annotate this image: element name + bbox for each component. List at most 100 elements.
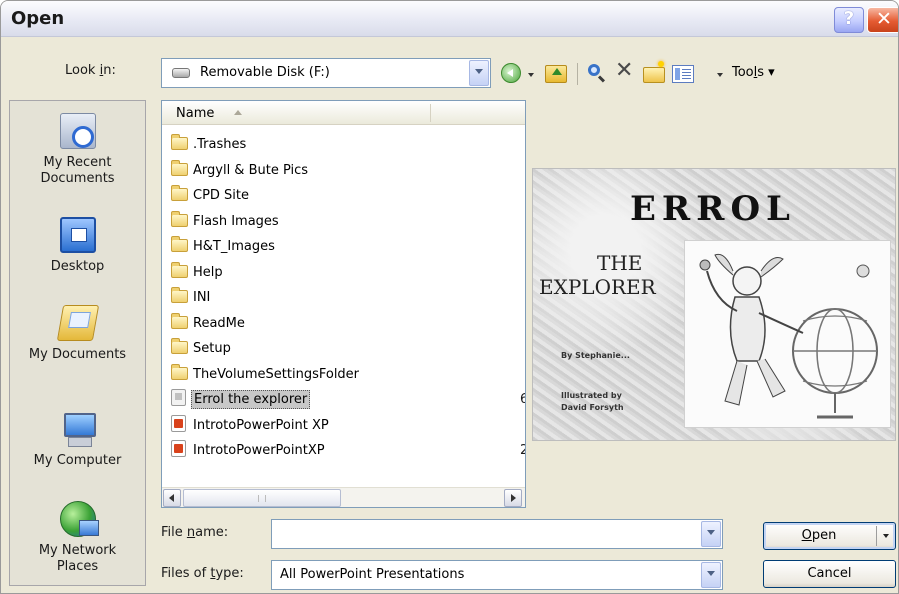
- help-icon: ?: [843, 8, 855, 29]
- column-divider[interactable]: [430, 104, 431, 122]
- preview-title: ERROL: [630, 189, 796, 229]
- folder-icon: [171, 312, 188, 329]
- file-name: Setup: [193, 341, 231, 356]
- scroll-right-icon[interactable]: [504, 489, 522, 507]
- folder-icon: [171, 261, 188, 278]
- column-name-label: Name: [176, 106, 215, 121]
- file-list-item[interactable]: CPD Site: [162, 184, 525, 210]
- sort-ascending-icon: [234, 110, 242, 115]
- place-label: My Computer: [33, 453, 122, 468]
- file-name: INI: [193, 290, 211, 305]
- place-label: My Network Places: [38, 543, 117, 574]
- file-name-label: File name:: [161, 525, 229, 540]
- file-name: Errol the explorer: [191, 390, 311, 409]
- file-size: 2: [520, 443, 525, 458]
- preview-line-2: EXPLORER: [539, 275, 656, 299]
- open-options-arrow-icon[interactable]: [883, 534, 889, 538]
- preview-illustrator-line-2: David Forsyth: [561, 403, 624, 412]
- place-my-recent-documents[interactable]: My Recent Documents: [10, 113, 145, 187]
- network-places-icon: [59, 501, 99, 537]
- folder-icon: [171, 134, 188, 150]
- cancel-button[interactable]: Cancel: [763, 560, 896, 588]
- folder-icon: [171, 185, 188, 201]
- tools-menu-button[interactable]: Tools ▾: [732, 65, 775, 80]
- file-list-item[interactable]: H&T_Images: [162, 235, 525, 261]
- place-my-network-places[interactable]: My Network Places: [10, 501, 145, 575]
- delete-icon[interactable]: ✕: [615, 59, 633, 83]
- column-header-name[interactable]: Name: [162, 101, 525, 125]
- files-of-type-dropdown[interactable]: All PowerPoint Presentations: [271, 560, 723, 590]
- open-button-divider: [876, 526, 877, 546]
- file-name: IntrotoPowerPointXP: [193, 443, 325, 458]
- file-list-item[interactable]: Help: [162, 261, 525, 287]
- my-documents-icon: [56, 305, 99, 341]
- folder-icon: [171, 287, 188, 303]
- chevron-down-icon[interactable]: [701, 521, 721, 547]
- file-name: Argyll & Bute Pics: [193, 162, 309, 178]
- close-button[interactable]: ✕: [867, 7, 898, 33]
- file-name: ReadMe: [193, 315, 245, 331]
- look-in-label: Look in:: [65, 63, 116, 78]
- file-list-item[interactable]: TheVolumeSettingsFolder: [162, 363, 525, 389]
- up-one-level-icon[interactable]: [545, 65, 567, 83]
- file-list-item[interactable]: Flash Images: [162, 210, 525, 236]
- file-list-item[interactable]: Errol the explorer 6: [162, 388, 525, 414]
- removable-disk-icon: [172, 68, 190, 78]
- title-bar[interactable]: Open ? ✕: [1, 1, 898, 37]
- folder-icon: [171, 338, 188, 354]
- horizontal-scrollbar[interactable]: [162, 487, 525, 507]
- folder-icon: [171, 236, 188, 252]
- folder-icon: [171, 363, 188, 380]
- file-name: Flash Images: [193, 213, 279, 229]
- file-list-item[interactable]: IntrotoPowerPointXP 2: [162, 439, 525, 465]
- new-folder-icon[interactable]: [643, 61, 665, 83]
- back-icon[interactable]: [501, 63, 521, 83]
- file-list[interactable]: Name .Trashes Argyll & Bute Pics CPD Site F…: [161, 100, 526, 508]
- chevron-down-icon[interactable]: [469, 60, 489, 86]
- file-name-input[interactable]: [271, 519, 723, 549]
- file-name: TheVolumeSettingsFolder: [193, 366, 360, 382]
- folder-icon: [171, 210, 188, 227]
- file-list-item[interactable]: .Trashes: [162, 133, 525, 159]
- place-label: My Documents: [28, 347, 127, 362]
- search-web-icon[interactable]: [586, 62, 606, 83]
- file-list-item[interactable]: INI: [162, 286, 525, 312]
- powerpoint-file-icon: [171, 414, 186, 432]
- look-in-value: Removable Disk (F:): [200, 65, 330, 80]
- preview-pane: ERROL THE EXPLORER By Stephanie... Illus…: [532, 168, 896, 441]
- file-list-item[interactable]: Argyll & Bute Pics: [162, 159, 525, 185]
- file-name: IntrotoPowerPoint XP: [193, 417, 329, 433]
- views-dropdown-arrow-icon[interactable]: [717, 73, 723, 77]
- powerpoint-file-icon: [171, 389, 186, 406]
- preview-author: By Stephanie...: [561, 351, 630, 360]
- open-button-label: Open: [801, 528, 837, 543]
- place-label: Desktop: [50, 259, 105, 274]
- toolbar-separator: [577, 63, 578, 85]
- file-name: CPD Site: [193, 188, 250, 203]
- look-in-dropdown[interactable]: Removable Disk (F:): [161, 58, 491, 88]
- views-icon[interactable]: [672, 65, 694, 83]
- files-of-type-value: All PowerPoint Presentations: [280, 567, 465, 582]
- powerpoint-file-icon: [171, 440, 186, 457]
- help-button[interactable]: ?: [834, 7, 864, 33]
- place-desktop[interactable]: Desktop: [10, 217, 145, 275]
- dialog-title: Open: [11, 8, 65, 29]
- open-button[interactable]: Open: [763, 522, 896, 550]
- places-bar: My Recent Documents Desktop My Documents…: [9, 100, 146, 586]
- chevron-down-icon[interactable]: [701, 562, 721, 588]
- place-my-documents[interactable]: My Documents: [10, 305, 145, 363]
- file-list-item[interactable]: IntrotoPowerPoint XP: [162, 414, 525, 440]
- desktop-icon: [59, 217, 96, 253]
- file-name: Help: [193, 264, 223, 280]
- file-list-item[interactable]: Setup: [162, 337, 525, 363]
- folder-icon: [171, 159, 188, 176]
- file-name: H&T_Images: [193, 239, 275, 254]
- file-size: 6: [520, 392, 525, 407]
- scroll-left-icon[interactable]: [163, 489, 181, 507]
- close-icon: ✕: [876, 8, 892, 30]
- file-list-item[interactable]: ReadMe: [162, 312, 525, 338]
- scroll-thumb[interactable]: [183, 489, 341, 507]
- back-dropdown-arrow-icon[interactable]: [528, 73, 534, 77]
- file-rows: .Trashes Argyll & Bute Pics CPD Site Flash …: [162, 133, 525, 465]
- place-my-computer[interactable]: My Computer: [10, 411, 145, 469]
